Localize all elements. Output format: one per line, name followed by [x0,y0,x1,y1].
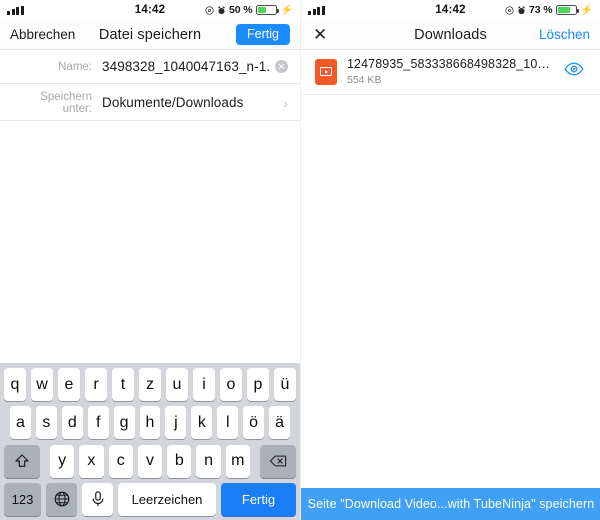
alarm-clock-icon [518,5,525,14]
delete-button[interactable]: Löschen [539,27,590,42]
navigation-bar-left: Abbrechen Datei speichern Fertig [0,20,300,50]
key-j[interactable]: j [165,406,187,440]
keyboard-row-3: y x c v b n m [2,444,298,478]
done-button[interactable]: Fertig [236,24,290,45]
charging-bolt-icon: ⚡ [580,4,593,16]
battery-percent: 50 % [229,4,253,16]
download-filename: 12478935_583338668498328_104... [347,57,554,71]
key-t[interactable]: t [112,368,134,401]
filename-row[interactable]: Name: 3498328_1040047163_n-1. [0,50,300,84]
navigation-bar-right: ✕ Downloads Löschen [301,20,600,50]
downloads-screen: 14:42 73 % ⚡ ✕ Downloads Löschen 1247893… [300,0,600,520]
battery-icon [555,5,579,15]
backspace-delete-icon[interactable] [260,444,296,478]
keyboard-row-3-letters: y x c v b n m [45,444,255,478]
save-location-row[interactable]: Speichern unter: Dokumente/Downloads › [0,85,300,121]
key-e[interactable]: e [58,368,80,401]
page-title: Downloads [414,26,487,43]
save-page-label: Seite "Download Video...with TubeNinja" … [307,497,595,511]
eye-preview-icon[interactable] [564,62,584,81]
filename-value: 3498328_1040047163_n-1. [102,59,270,74]
dual-screenshot-container: 14:42 50 % ⚡ Abbrechen Datei speichern F… [0,0,600,520]
save-file-screen: 14:42 50 % ⚡ Abbrechen Datei speichern F… [0,0,300,520]
eye-glyph [564,62,584,76]
globe-language-icon[interactable] [46,482,77,516]
key-a[interactable]: a [10,406,31,440]
close-x-icon[interactable]: ✕ [311,26,329,43]
status-right-group: 73 % ⚡ [505,4,593,16]
status-right-group: 50 % ⚡ [205,4,293,16]
key-w[interactable]: w [31,368,53,401]
key-q[interactable]: q [4,368,26,401]
battery-percent: 73 % [529,4,553,16]
key-x[interactable]: x [79,444,104,478]
microphone-glyph [92,491,103,507]
space-key[interactable]: Leerzeichen [118,482,216,516]
key-g[interactable]: g [113,406,135,440]
filename-input[interactable]: 3498328_1040047163_n-1. [102,59,270,74]
status-bar-right: 14:42 73 % ⚡ [301,0,600,20]
microphone-icon[interactable] [82,482,113,516]
key-o-umlaut[interactable]: ö [243,406,265,440]
key-p[interactable]: p [247,368,269,401]
key-c[interactable]: c [108,444,133,478]
globe-glyph [54,492,69,507]
key-o[interactable]: o [220,368,242,401]
save-page-bar[interactable]: Seite "Download Video...with TubeNinja" … [301,488,600,520]
location-services-icon [205,5,214,15]
cancel-button[interactable]: Abbrechen [10,27,75,42]
video-file-glyph [320,67,332,76]
clear-field-icon[interactable] [275,60,288,73]
shift-up-arrow-icon[interactable] [4,444,40,478]
key-a-umlaut[interactable]: ä [269,406,290,440]
alarm-clock-icon [218,5,225,14]
key-h[interactable]: h [139,406,161,440]
save-location-value: Dokumente/Downloads [102,95,244,110]
key-k[interactable]: k [191,406,213,440]
nav-left-group: Abbrechen [10,27,80,42]
page-title: Datei speichern [98,26,202,43]
key-f[interactable]: f [87,406,109,440]
key-b[interactable]: b [167,444,192,478]
on-screen-keyboard[interactable]: q w e r t z u i o p ü a s d f g h j k l … [0,363,300,520]
list-item[interactable]: 12478935_583338668498328_104... 554 KB [301,50,600,95]
keyboard-done-key[interactable]: Fertig [221,482,296,516]
key-s[interactable]: s [35,406,57,440]
download-meta: 12478935_583338668498328_104... 554 KB [347,57,554,86]
nav-right-group: Fertig [220,24,290,45]
filename-label: Name: [58,60,92,73]
keyboard-row-4: 123 Leerzeichen Fertig [2,482,298,516]
video-file-icon [315,58,337,85]
key-u[interactable]: u [166,368,188,401]
nav-left-group: ✕ [311,26,381,43]
keyboard-row-1: q w e r t z u i o p ü [2,368,298,401]
key-r[interactable]: r [85,368,107,401]
charging-bolt-icon: ⚡ [280,4,293,16]
key-n[interactable]: n [196,444,221,478]
key-m[interactable]: m [225,444,250,478]
key-z[interactable]: z [139,368,161,401]
download-filesize: 554 KB [347,74,382,86]
shift-glyph [15,454,29,468]
location-services-icon [505,5,514,15]
battery-icon [255,5,279,15]
key-y[interactable]: y [50,444,75,478]
chevron-right-icon: › [283,94,288,111]
keyboard-row-2: a s d f g h j k l ö ä [2,406,298,440]
key-i[interactable]: i [193,368,215,401]
status-bar-left: 14:42 50 % ⚡ [0,0,300,20]
key-l[interactable]: l [217,406,239,440]
key-d[interactable]: d [61,406,83,440]
save-location-label: Speichern unter: [40,90,92,115]
backspace-glyph [269,455,287,467]
key-v[interactable]: v [137,444,163,478]
nav-right-group: Löschen [520,27,590,42]
key-u-umlaut[interactable]: ü [274,368,296,401]
numbers-key[interactable]: 123 [4,482,41,516]
